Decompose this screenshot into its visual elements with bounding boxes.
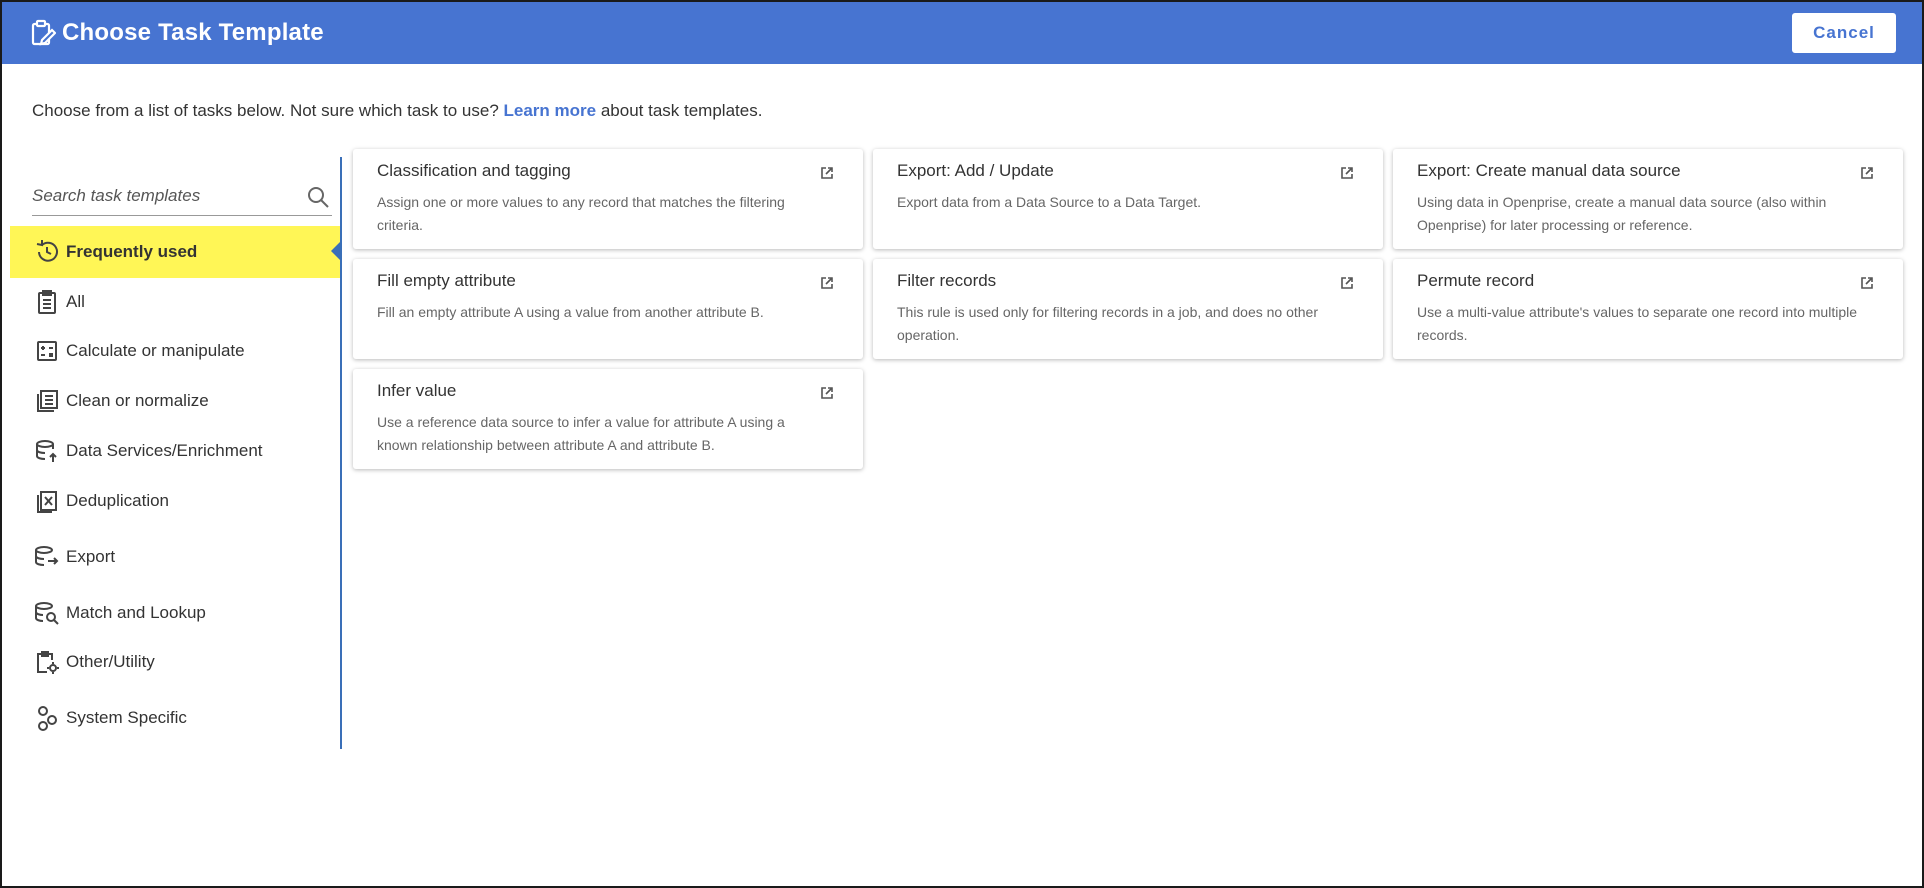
learn-more-link[interactable]: Learn more [504, 101, 597, 120]
category-calculate[interactable]: Calculate or manipulate [10, 326, 340, 376]
card-title: Export: Create manual data source [1417, 161, 1681, 180]
search-input[interactable] [32, 181, 292, 211]
card-title: Permute record [1417, 271, 1535, 290]
template-card[interactable]: Infer value Use a reference data source … [353, 369, 863, 469]
open-external-icon[interactable] [1859, 275, 1875, 291]
category-clean[interactable]: Clean or normalize [10, 376, 340, 426]
category-deduplication[interactable]: Deduplication [10, 476, 340, 526]
open-external-icon[interactable] [1339, 165, 1355, 181]
search-box [32, 181, 332, 216]
category-label: All [66, 292, 85, 311]
card-description: This rule is used only for filtering rec… [897, 304, 1319, 343]
card-description: Use a reference data source to infer a v… [377, 414, 785, 453]
nodes-icon [34, 705, 60, 731]
template-card[interactable]: Export: Add / Update Export data from a … [873, 149, 1383, 249]
intro-before: Choose from a list of tasks below. Not s… [32, 101, 499, 120]
dialog: Choose Task Template Cancel Choose from … [0, 0, 1924, 888]
header-left: Choose Task Template [30, 19, 324, 47]
card-title: Infer value [377, 381, 457, 400]
clipboard-list-icon [34, 289, 60, 315]
database-search-icon [34, 600, 60, 626]
category-label: Frequently used [66, 242, 198, 261]
dialog-title: Choose Task Template [62, 19, 324, 46]
category-label: Clean or normalize [66, 391, 209, 410]
template-card[interactable]: Fill empty attribute Fill an empty attri… [353, 259, 863, 359]
category-frequently-used[interactable]: Frequently used [10, 226, 340, 278]
template-card[interactable]: Export: Create manual data source Using … [1393, 149, 1903, 249]
intro-after: about task templates. [600, 101, 763, 120]
cancel-button[interactable]: Cancel [1792, 13, 1896, 53]
category-label: System Specific [66, 708, 187, 727]
calculator-icon [34, 338, 60, 364]
card-description: Use a multi-value attribute's values to … [1417, 304, 1858, 343]
category-other-utility[interactable]: Other/Utility [10, 638, 340, 686]
database-upload-icon [34, 438, 60, 464]
open-external-icon[interactable] [1339, 275, 1355, 291]
category-label: Data Services/Enrichment [66, 441, 263, 460]
history-icon [34, 239, 60, 265]
open-external-icon[interactable] [819, 165, 835, 181]
clipboard-gear-icon [34, 649, 60, 675]
clipboard-edit-icon [30, 19, 56, 47]
category-all[interactable]: All [10, 278, 340, 326]
intro-text: Choose from a list of tasks below. Not s… [32, 101, 762, 121]
list-clean-icon [34, 388, 60, 414]
database-export-icon [34, 544, 60, 570]
open-external-icon[interactable] [819, 385, 835, 401]
template-card[interactable]: Classification and tagging Assign one or… [353, 149, 863, 249]
card-description: Export data from a Data Source to a Data… [897, 194, 1202, 210]
card-title: Classification and tagging [377, 161, 571, 180]
card-description: Assign one or more values to any record … [377, 194, 785, 233]
category-label: Deduplication [66, 491, 170, 510]
dedup-icon [34, 488, 60, 514]
card-title: Export: Add / Update [897, 161, 1054, 180]
category-data-services[interactable]: Data Services/Enrichment [10, 426, 340, 476]
open-external-icon[interactable] [819, 275, 835, 291]
template-grid: Classification and tagging Assign one or… [353, 149, 1903, 469]
card-title: Filter records [897, 271, 997, 290]
template-card[interactable]: Filter records This rule is used only fo… [873, 259, 1383, 359]
search-icon[interactable] [306, 185, 330, 209]
card-description: Using data in Openprise, create a manual… [1417, 194, 1827, 233]
category-label: Other/Utility [66, 652, 155, 671]
category-system-specific[interactable]: System Specific [10, 686, 340, 750]
category-label: Calculate or manipulate [66, 341, 245, 360]
category-label: Match and Lookup [66, 603, 206, 622]
sidebar-divider [340, 157, 342, 749]
category-match-lookup[interactable]: Match and Lookup [10, 588, 340, 638]
card-description: Fill an empty attribute A using a value … [377, 304, 764, 320]
dialog-header: Choose Task Template Cancel [2, 2, 1922, 64]
category-label: Export [66, 547, 116, 566]
category-export[interactable]: Export [10, 526, 340, 588]
open-external-icon[interactable] [1859, 165, 1875, 181]
card-title: Fill empty attribute [377, 271, 516, 290]
category-list: Frequently used All Calculate or manipul… [10, 226, 340, 750]
template-card[interactable]: Permute record Use a multi-value attribu… [1393, 259, 1903, 359]
